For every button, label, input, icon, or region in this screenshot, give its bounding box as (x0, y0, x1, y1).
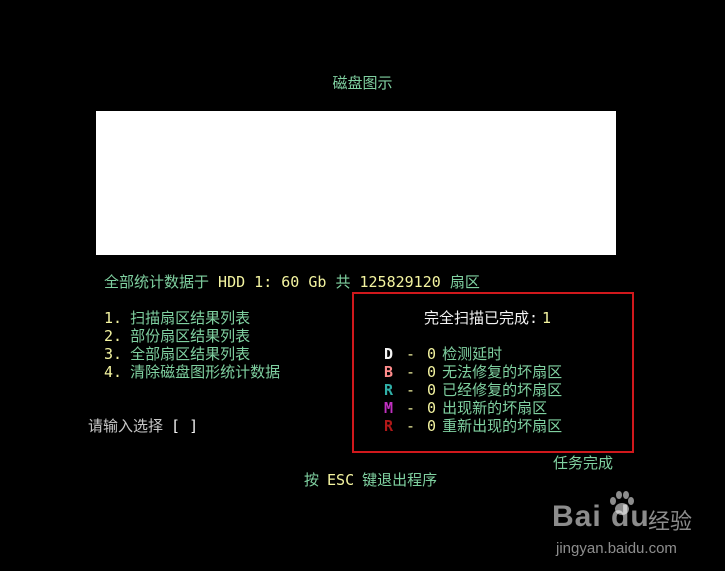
legend-row-repaired: R -0 已经修复的坏扇区 (384, 381, 562, 399)
legend-count: 0 (427, 345, 437, 363)
selection-prompt: 请输入选择 [ ] (88, 417, 198, 435)
legend-text: 无法修复的坏扇区 (442, 363, 563, 381)
legend-row-delay: D -0 检测延时 (384, 345, 502, 363)
baidu-watermark: Bai du 经验 jingyan.baidu.com (552, 490, 722, 568)
selection-input[interactable]: [ ] (171, 417, 198, 435)
exit-hint: 按 ESC 键退出程序 (304, 471, 437, 489)
baidu-logo-text: Bai du (552, 500, 650, 533)
scan-complete-line: 完全扫描已完成: 1 (424, 309, 551, 327)
stats-mid: 共 (335, 273, 351, 291)
menu-label: 部份扇区结果列表 (130, 327, 251, 345)
legend-letter: B (384, 363, 394, 381)
menu-number: 1. (104, 309, 123, 327)
stats-size: 60 Gb (281, 273, 327, 291)
menu-item-partial-results[interactable]: 2. 部份扇区结果列表 (104, 327, 250, 345)
legend-count: 0 (427, 363, 437, 381)
menu-label: 扫描扇区结果列表 (130, 309, 251, 327)
stats-line: 全部统计数据于 HDD 1: 60 Gb 共 125829120 扇区 (104, 273, 480, 291)
legend-separator: - (406, 363, 416, 381)
stats-drive: HDD 1: (218, 273, 273, 291)
scan-complete-label: 完全扫描已完成: (424, 309, 539, 327)
menu-number: 2. (104, 327, 123, 345)
legend-letter: M (384, 399, 394, 417)
menu-label: 全部扇区结果列表 (130, 345, 251, 363)
stats-sectors: 125829120 (359, 273, 441, 291)
legend-count: 0 (427, 399, 437, 417)
legend-separator: - (406, 417, 416, 435)
legend-text: 出现新的坏扇区 (442, 399, 548, 417)
esc-key-label: ESC (327, 471, 355, 489)
menu-item-clear-stats[interactable]: 4. 清除磁盘图形统计数据 (104, 363, 280, 381)
legend-letter: R (384, 417, 394, 435)
task-status: 任务完成 (553, 454, 614, 472)
stats-suffix: 扇区 (449, 273, 480, 291)
legend-row-new-bad: M -0 出现新的坏扇区 (384, 399, 547, 417)
stats-prefix: 全部统计数据于 (104, 273, 210, 291)
legend-text: 已经修复的坏扇区 (442, 381, 563, 399)
menu-label: 清除磁盘图形统计数据 (130, 363, 281, 381)
menu-number: 4. (104, 363, 123, 381)
legend-text: 检测延时 (442, 345, 503, 363)
exit-hint-suffix: 键退出程序 (362, 471, 438, 489)
legend-row-unrepaired: B -0 无法修复的坏扇区 (384, 363, 562, 381)
disk-map-area (96, 111, 616, 255)
menu-item-all-results[interactable]: 3. 全部扇区结果列表 (104, 345, 250, 363)
menu-number: 3. (104, 345, 123, 363)
prompt-label: 请输入选择 (88, 417, 164, 435)
legend-row-reappeared: R -0 重新出现的坏扇区 (384, 417, 562, 435)
legend-count: 0 (427, 417, 437, 435)
legend-separator: - (406, 399, 416, 417)
scan-complete-count: 1 (542, 309, 552, 327)
legend-separator: - (406, 381, 416, 399)
legend-letter: R (384, 381, 394, 399)
legend-count: 0 (427, 381, 437, 399)
exit-hint-prefix: 按 (304, 471, 320, 489)
legend-letter: D (384, 345, 394, 363)
menu-item-scan-results[interactable]: 1. 扫描扇区结果列表 (104, 309, 250, 327)
screen-title: 磁盘图示 (332, 74, 393, 92)
legend-separator: - (406, 345, 416, 363)
jingyan-text: 经验 (648, 509, 693, 534)
watermark-url: jingyan.baidu.com (556, 540, 677, 557)
legend-text: 重新出现的坏扇区 (442, 417, 563, 435)
